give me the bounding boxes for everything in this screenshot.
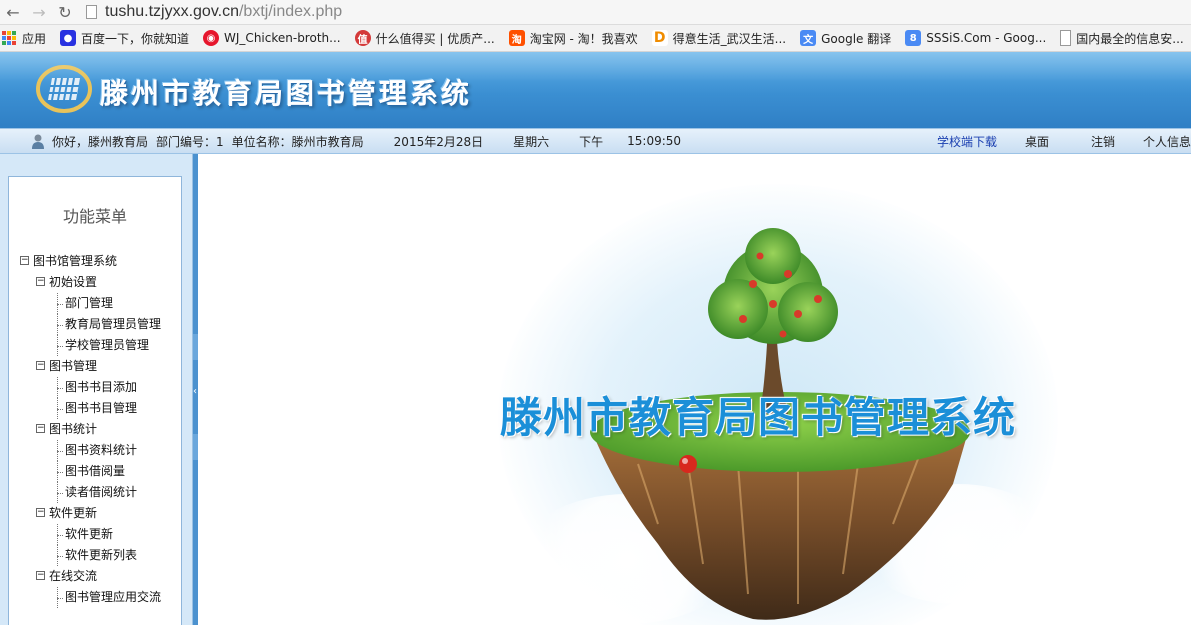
collapse-icon[interactable]: − bbox=[36, 424, 45, 433]
dept-number: 部门编号：1 bbox=[156, 134, 224, 149]
collapse-icon[interactable]: − bbox=[20, 256, 29, 265]
menu-item-add-catalog[interactable]: 图书书目添加 bbox=[9, 377, 181, 398]
collapse-icon[interactable]: − bbox=[36, 508, 45, 517]
menu-item-bureau-admin[interactable]: 教育局管理员管理 bbox=[9, 314, 181, 335]
school-download-link[interactable]: 学校端下载 bbox=[937, 133, 997, 150]
greeting-text: 你好，滕州教育局 bbox=[52, 134, 149, 149]
sidebar: 功能菜单 − 图书馆管理系统 − 初始设置 部门管理 教育局管理员管理 学校管理员管… bbox=[0, 154, 193, 625]
bookmark-sssis[interactable]: 8 SSSiS.Com - Goog... bbox=[905, 30, 1046, 46]
menu-item-department[interactable]: 部门管理 bbox=[9, 293, 181, 314]
desktop-link[interactable]: 桌面 bbox=[1025, 133, 1049, 150]
google-plus-icon: 8 bbox=[905, 30, 922, 46]
page-icon bbox=[86, 5, 97, 19]
logout-link[interactable]: 注销 bbox=[1091, 133, 1115, 150]
menu-item-app-exchange[interactable]: 图书管理应用交流 bbox=[9, 587, 181, 608]
menu-item-school-admin[interactable]: 学校管理员管理 bbox=[9, 335, 181, 356]
unit-name: 单位名称：滕州市教育局 bbox=[231, 134, 364, 149]
bookmarks-bar: 应用 ● 百度一下，你就知道 ◉ WJ_Chicken-broth... 值 什… bbox=[0, 25, 1191, 52]
menu-item-borrow-volume[interactable]: 图书借阅量 bbox=[9, 461, 181, 482]
menu-tree: − 图书馆管理系统 − 初始设置 部门管理 教育局管理员管理 学校管理员管理 − 图书… bbox=[9, 251, 181, 608]
tree-root[interactable]: − 图书馆管理系统 bbox=[9, 251, 181, 272]
deyi-icon: D bbox=[651, 30, 668, 46]
menu-item-manage-catalog[interactable]: 图书书目管理 bbox=[9, 398, 181, 419]
clock-time: 15:09:50 bbox=[627, 134, 682, 148]
collapse-left-icon[interactable]: ‹ bbox=[193, 386, 197, 397]
system-logo-icon bbox=[36, 65, 92, 113]
bookmark-taobao[interactable]: 淘 淘宝网 - 淘！我喜欢 bbox=[508, 30, 638, 47]
collapse-icon[interactable]: − bbox=[36, 571, 45, 580]
menu-title: 功能菜单 bbox=[62, 207, 127, 226]
address-field[interactable]: tushu.tzjyxx.gov.cn/bxtj/index.php bbox=[86, 3, 342, 21]
collapse-icon[interactable]: − bbox=[36, 361, 45, 370]
date-text: 2015年2月28日 bbox=[393, 134, 484, 149]
page-icon bbox=[1060, 30, 1072, 46]
menu-group-online-exchange[interactable]: − 在线交流 bbox=[9, 566, 181, 587]
ampm-text: 下午 bbox=[579, 134, 604, 149]
header-title: 滕州市教育局图书管理系统 bbox=[100, 77, 473, 110]
reload-icon[interactable]: ↻ bbox=[52, 3, 78, 22]
menu-group-initial-settings[interactable]: − 初始设置 bbox=[9, 272, 181, 293]
url-path: /bxtj/index.php bbox=[238, 3, 343, 20]
profile-link[interactable]: 个人信息 bbox=[1143, 133, 1191, 150]
weekday-text: 星期六 bbox=[513, 134, 550, 149]
bookmark-deyi[interactable]: D 得意生活_武汉生活... bbox=[651, 30, 786, 47]
menu-item-software-update[interactable]: 软件更新 bbox=[9, 524, 181, 545]
bookmark-smzdm[interactable]: 值 什么值得买 | 优质产... bbox=[354, 30, 495, 47]
menu-item-book-stats[interactable]: 图书资料统计 bbox=[9, 440, 181, 461]
google-translate-icon: 文 bbox=[800, 30, 817, 46]
menu-item-reader-stats[interactable]: 读者借阅统计 bbox=[9, 482, 181, 503]
back-arrow-icon[interactable]: ← bbox=[0, 3, 26, 22]
bookmark-weibo[interactable]: ◉ WJ_Chicken-broth... bbox=[203, 30, 341, 46]
function-menu-panel: 功能菜单 − 图书馆管理系统 − 初始设置 部门管理 教育局管理员管理 学校管理员管… bbox=[8, 176, 182, 625]
header-banner: 滕州市教育局图书管理系统 bbox=[0, 52, 1191, 128]
user-info-bar: 你好，滕州教育局 部门编号：1 单位名称：滕州市教育局 2015年2月28日 星… bbox=[0, 128, 1191, 154]
baidu-paw-icon: ● bbox=[60, 30, 77, 46]
menu-group-statistics[interactable]: − 图书统计 bbox=[9, 419, 181, 440]
menu-group-software-update[interactable]: − 软件更新 bbox=[9, 503, 181, 524]
bookmark-baidu[interactable]: ● 百度一下，你就知道 bbox=[60, 30, 189, 47]
smzdm-icon: 值 bbox=[354, 30, 371, 46]
bookmark-infosec[interactable]: 国内最全的信息安... bbox=[1060, 30, 1184, 47]
apps-grid-icon bbox=[2, 31, 16, 45]
forward-arrow-icon[interactable]: → bbox=[26, 3, 52, 22]
main-content: 滕州市教育局图书管理系统 bbox=[198, 154, 1191, 625]
taobao-icon: 淘 bbox=[508, 30, 525, 46]
url-host: tushu.tzjyxx.gov.cn bbox=[105, 3, 239, 20]
welcome-title: 滕州市教育局图书管理系统 bbox=[500, 393, 1017, 442]
collapse-icon[interactable]: − bbox=[36, 277, 45, 286]
bookmark-google-translate[interactable]: 文 Google 翻译 bbox=[800, 30, 891, 47]
bookmark-apps[interactable]: 应用 bbox=[2, 30, 46, 47]
weibo-icon: ◉ bbox=[203, 30, 220, 46]
menu-group-book-management[interactable]: − 图书管理 bbox=[9, 356, 181, 377]
user-icon bbox=[32, 134, 44, 149]
browser-url-bar: ← → ↻ tushu.tzjyxx.gov.cn/bxtj/index.php bbox=[0, 0, 1191, 25]
menu-item-update-list[interactable]: 软件更新列表 bbox=[9, 545, 181, 566]
